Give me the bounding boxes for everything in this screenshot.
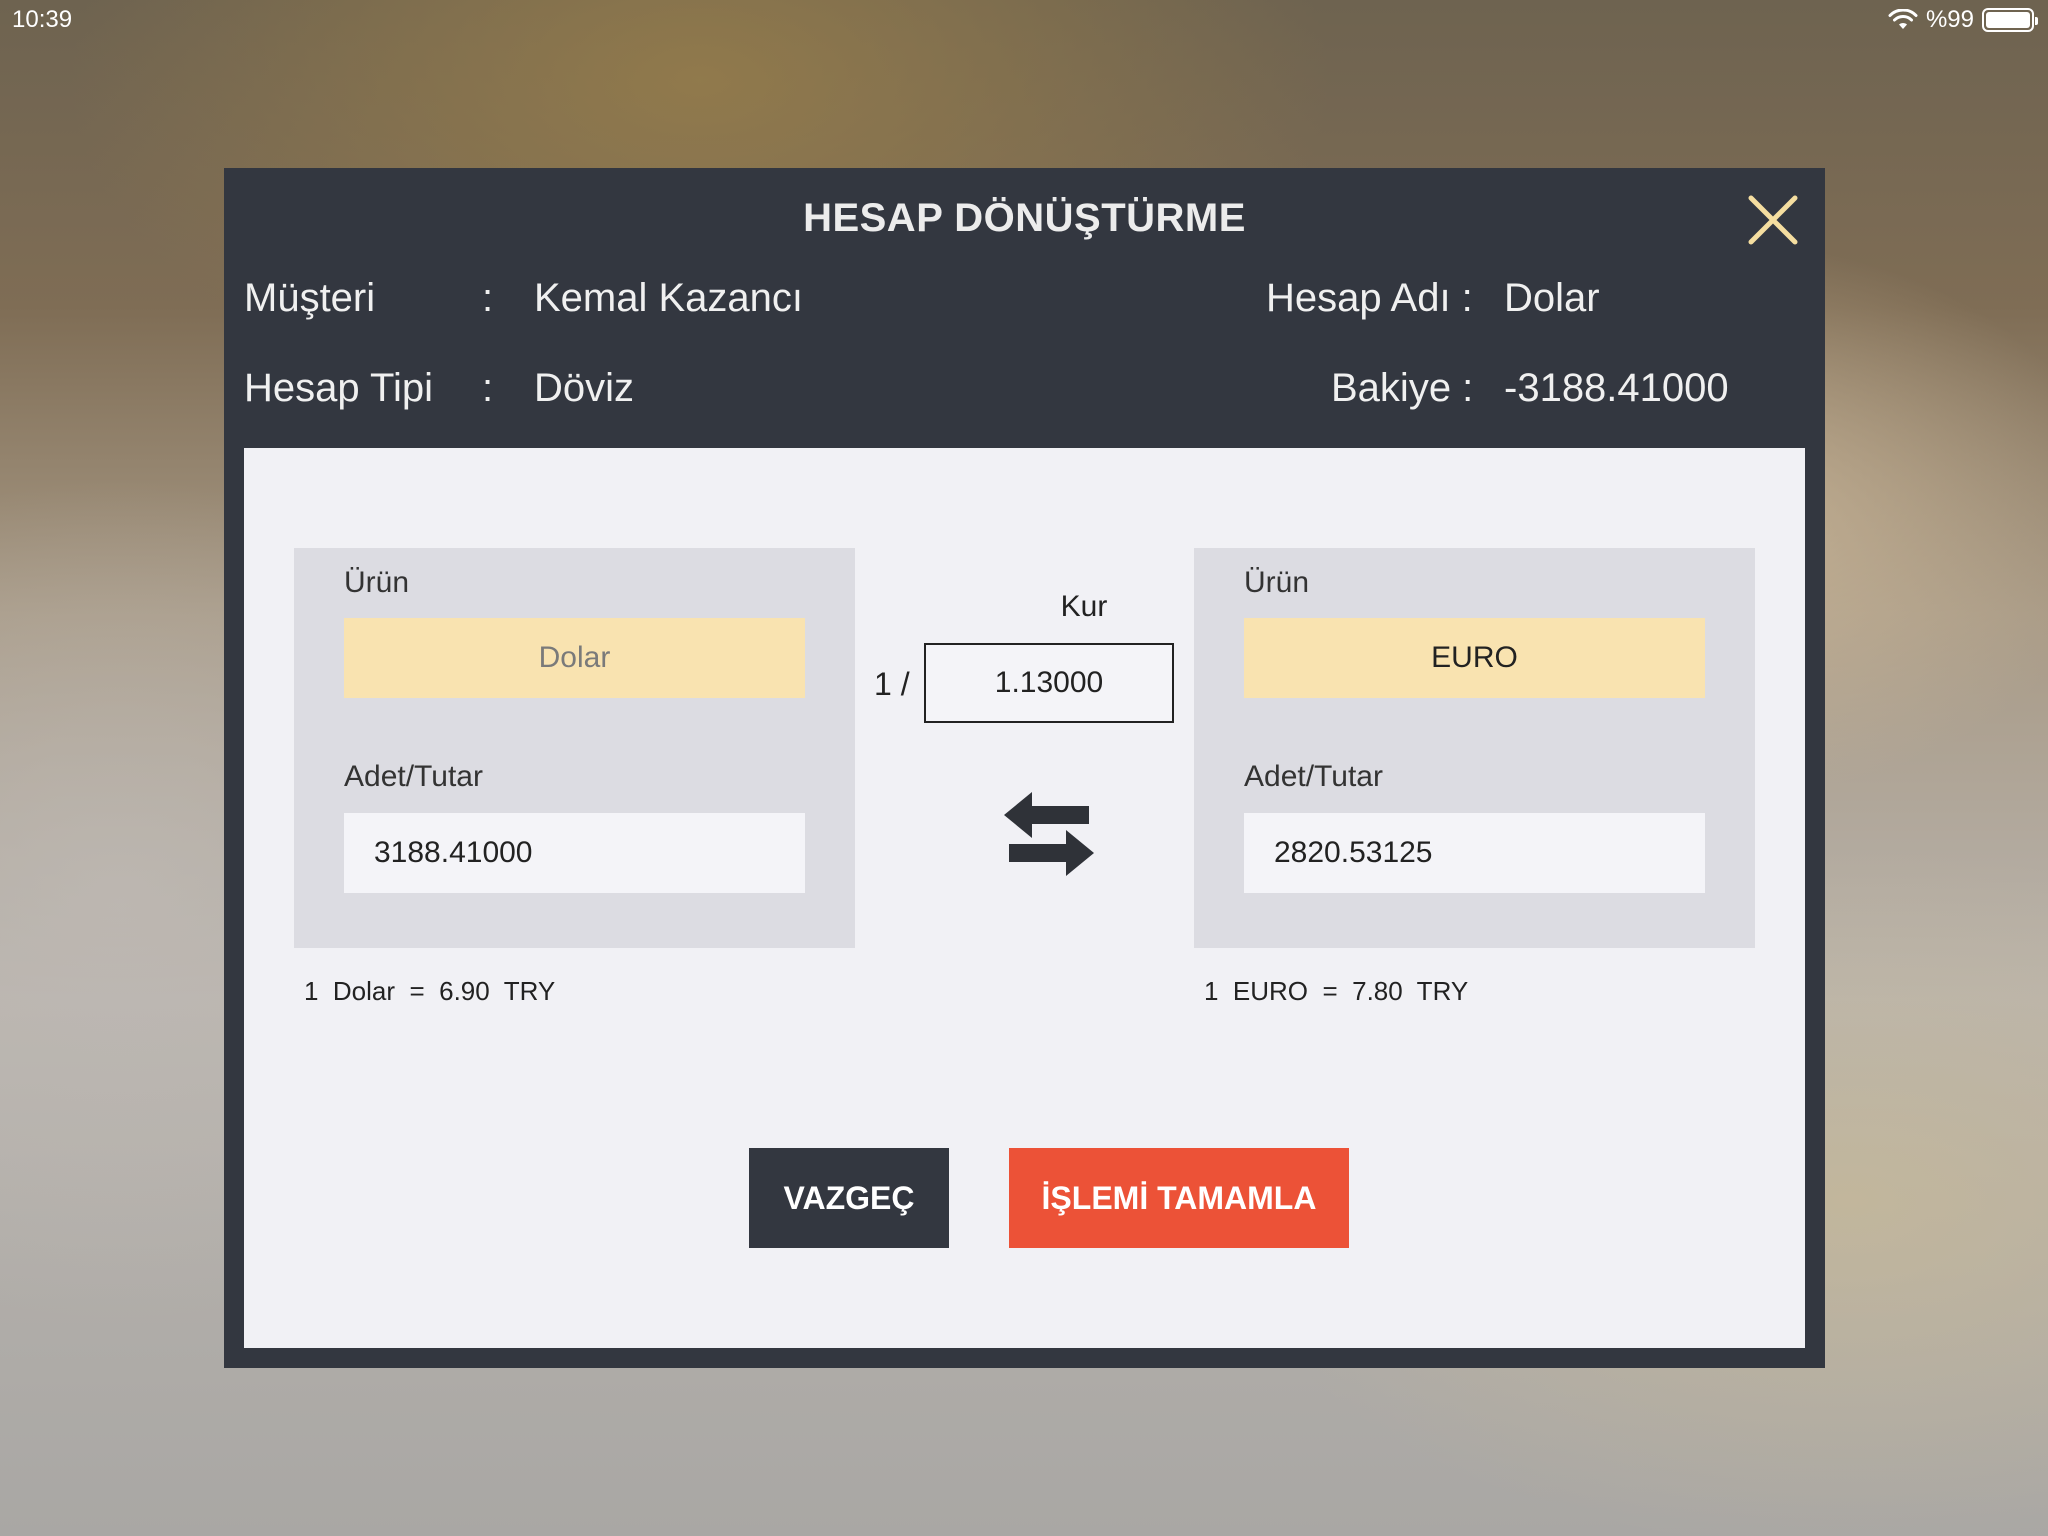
target-product-label: Ürün: [1244, 566, 1310, 599]
status-indicators: %99: [1888, 6, 2038, 34]
target-panel: Ürün EURO Adet/Tutar: [1194, 548, 1755, 948]
close-icon[interactable]: [1745, 192, 1801, 248]
account-type-label: Hesap Tipi: [244, 366, 433, 410]
status-time: 10:39: [12, 6, 73, 33]
target-amount-label: Adet/Tutar: [1244, 760, 1383, 793]
conversion-form: Ürün Dolar Adet/Tutar 1 Dolar = 6.90 TRY…: [244, 448, 1805, 1348]
account-name-label: Hesap Adı :: [1266, 276, 1473, 320]
balance-label: Bakiye :: [1331, 366, 1474, 410]
exchange-rate-prefix: 1 /: [874, 666, 910, 702]
target-product-select[interactable]: EURO: [1244, 618, 1705, 698]
swap-arrows-icon[interactable]: [994, 778, 1104, 888]
customer-colon: :: [482, 276, 494, 320]
account-type-colon: :: [482, 366, 494, 410]
account-conversion-dialog: HESAP DÖNÜŞTÜRME Müşteri : Kemal Kazancı…: [224, 168, 1825, 1368]
account-name-value: Dolar: [1504, 276, 1600, 320]
cancel-button[interactable]: VAZGEÇ: [749, 1148, 949, 1248]
battery-icon: [1982, 8, 2038, 32]
status-bar: 10:39 %99: [0, 0, 2048, 40]
balance-value: -3188.41000: [1504, 366, 1729, 410]
source-amount-input[interactable]: [344, 813, 805, 893]
customer-label: Müşteri: [244, 276, 376, 320]
source-panel: Ürün Dolar Adet/Tutar: [294, 548, 855, 948]
wifi-icon: [1888, 9, 1918, 29]
source-product-label: Ürün: [344, 566, 410, 599]
exchange-rate-label: Kur: [1060, 590, 1108, 623]
target-rate-note: 1 EURO = 7.80 TRY: [1204, 976, 1469, 1006]
target-amount-input[interactable]: [1244, 813, 1705, 893]
battery-percent: %99: [1925, 6, 1974, 33]
exchange-rate-input[interactable]: [924, 643, 1174, 723]
dialog-title: HESAP DÖNÜŞTÜRME: [803, 196, 1246, 240]
source-rate-note: 1 Dolar = 6.90 TRY: [304, 976, 556, 1006]
customer-value: Kemal Kazancı: [534, 276, 804, 320]
source-product-select[interactable]: Dolar: [344, 618, 805, 698]
complete-transaction-button[interactable]: İŞLEMİ TAMAMLA: [1009, 1148, 1349, 1248]
account-type-value: Döviz: [534, 366, 635, 410]
source-amount-label: Adet/Tutar: [344, 760, 483, 793]
